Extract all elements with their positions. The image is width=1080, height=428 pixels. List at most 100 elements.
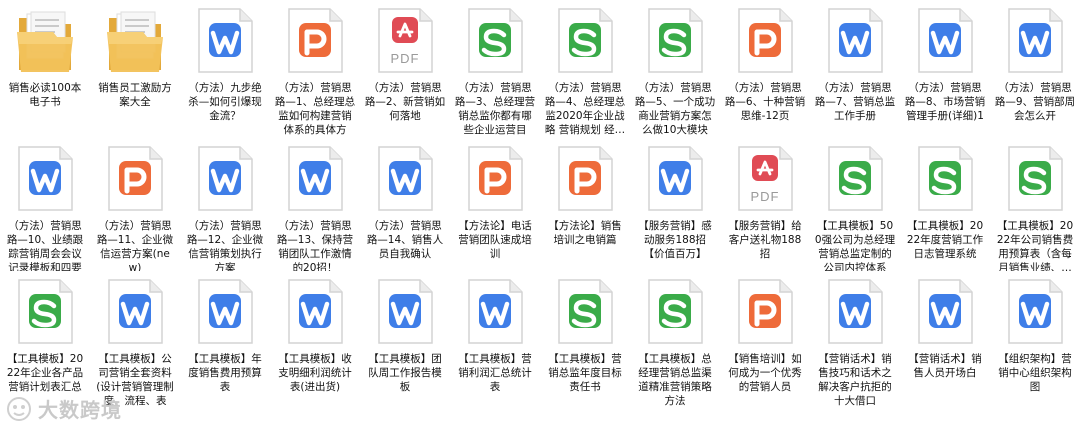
- file-label: （方法）营销思路—12、企业微信营销策划执行方案: [186, 220, 264, 271]
- file-label: （方法）营销思路—11、企业微信运营方案(new): [96, 220, 174, 271]
- file-grid: 销售必读100本电子书 销售员工激励方案大全 （方法）九步绝杀—如何引爆现金流？…: [0, 0, 1080, 428]
- ppt-doc-icon: [99, 144, 171, 214]
- word-doc-icon: [189, 144, 261, 214]
- file-label: （方法）营销思路—1、总经理总监如何构建营销体系的具体方法…: [274, 82, 356, 136]
- sheet-doc-icon: [9, 277, 81, 347]
- watermark: 大数跨境: [6, 394, 122, 423]
- word-doc-icon: [99, 277, 171, 347]
- file-label: 【营销话术】销售人员开场白: [908, 353, 982, 379]
- folder-item[interactable]: 销售必读100本电子书: [0, 0, 90, 138]
- file-item[interactable]: 【工具模板】收支明细利润统计表(进出货): [270, 271, 360, 428]
- ppt-doc-icon: [729, 277, 801, 347]
- file-label: （方法）营销思路—9、营销部周会怎么开: [994, 82, 1076, 122]
- file-label: 【工具模板】团队周工作报告模板: [368, 353, 442, 393]
- word-doc-icon: [369, 277, 441, 347]
- file-item[interactable]: 【工具模板】2022年度营销工作日志管理系统: [900, 138, 990, 271]
- folder-icon: [99, 6, 171, 76]
- file-item[interactable]: （方法）营销思路—8、市场营销管理手册(详细)1: [900, 0, 990, 138]
- word-doc-icon: [909, 277, 981, 347]
- sheet-doc-icon: [999, 144, 1071, 214]
- file-item[interactable]: 【方法论】电话营销团队速成培训: [450, 138, 540, 271]
- file-item[interactable]: 【服务营销】感动服务188招【价值百万】: [630, 138, 720, 271]
- file-label: （方法）九步绝杀—如何引爆现金流？: [188, 82, 262, 122]
- file-label: 【服务营销】感动服务188招【价值百万】: [638, 220, 712, 260]
- file-label: 【工具模板】总经理营销总监渠道精准营销策略方法: [638, 353, 712, 407]
- file-item[interactable]: PDF （方法）营销思路—2、新营销如何落地: [360, 0, 450, 138]
- file-item[interactable]: 【方法论】销售培训之电销篇: [540, 138, 630, 271]
- sheet-doc-icon: [639, 6, 711, 76]
- word-doc-icon: [9, 144, 81, 214]
- file-item[interactable]: 【组织架构】营销中心组织架构图: [990, 271, 1080, 428]
- sheet-doc-icon: [459, 6, 531, 76]
- file-label: 【工具模板】2022年公司销售费用预算表（含每月销售业绩、…: [996, 220, 1074, 271]
- svg-text:PDF: PDF: [751, 189, 780, 204]
- file-item[interactable]: 【工具模板】500强公司为总经理营销总监定制的公司内控体系（…: [810, 138, 900, 271]
- word-doc-icon: [909, 6, 981, 76]
- file-item[interactable]: （方法）营销思路—1、总经理总监如何构建营销体系的具体方法…: [270, 0, 360, 138]
- file-item[interactable]: （方法）营销思路—10、业绩跟踪营销周会会议记录模板和四要: [0, 138, 90, 271]
- file-label: 【销售培训】如何成为一个优秀的营销人员: [728, 353, 802, 393]
- word-doc-icon: [999, 6, 1071, 76]
- file-item[interactable]: 【营销话术】销售人员开场白: [900, 271, 990, 428]
- sheet-doc-icon: [549, 6, 621, 76]
- file-label: （方法）营销思路—2、新营销如何落地: [364, 82, 446, 122]
- file-item[interactable]: （方法）九步绝杀—如何引爆现金流？: [180, 0, 270, 138]
- file-item[interactable]: （方法）营销思路—13、保持营销团队工作激情的20招！: [270, 138, 360, 271]
- file-label: 【工具模板】500强公司为总经理营销总监定制的公司内控体系（…: [814, 220, 896, 271]
- file-label: （方法）营销思路—7、营销总监工作手册: [814, 82, 896, 122]
- file-label: （方法）营销思路—3、总经理营销总监你都有哪些企业运营目标…: [454, 82, 536, 136]
- file-label: 【工具模板】2022年度营销工作日志管理系统: [906, 220, 984, 260]
- file-item[interactable]: 【工具模板】总经理营销总监渠道精准营销策略方法: [630, 271, 720, 428]
- file-label: 【工具模板】营销总监年度目标责任书: [548, 353, 622, 393]
- word-doc-icon: [279, 144, 351, 214]
- file-label: 【工具模板】收支明细利润统计表(进出货): [278, 353, 352, 393]
- file-label: （方法）营销思路—14、销售人员自我确认: [366, 220, 444, 260]
- sheet-doc-icon: [909, 144, 981, 214]
- word-doc-icon: [279, 277, 351, 347]
- file-label: 【方法论】销售培训之电销篇: [548, 220, 622, 246]
- pdf-doc-icon: PDF: [729, 144, 801, 214]
- folder-item[interactable]: 销售员工激励方案大全: [90, 0, 180, 138]
- file-item[interactable]: 【销售培训】如何成为一个优秀的营销人员: [720, 271, 810, 428]
- word-doc-icon: [189, 6, 261, 76]
- file-item[interactable]: PDF 【服务营销】给客户送礼物188招: [720, 138, 810, 271]
- file-item[interactable]: 【工具模板】年度销售费用预算表: [180, 271, 270, 428]
- svg-text:PDF: PDF: [391, 51, 420, 66]
- file-item[interactable]: （方法）营销思路—3、总经理营销总监你都有哪些企业运营目标…: [450, 0, 540, 138]
- file-item[interactable]: 【工具模板】2022年公司销售费用预算表（含每月销售业绩、…: [990, 138, 1080, 271]
- word-doc-icon: [819, 277, 891, 347]
- file-label: 【工具模板】年度销售费用预算表: [188, 353, 262, 393]
- file-item[interactable]: 【工具模板】营销总监年度目标责任书: [540, 271, 630, 428]
- ppt-doc-icon: [459, 144, 531, 214]
- file-label: （方法）营销思路—8、市场营销管理手册(详细)1: [904, 82, 986, 122]
- sheet-doc-icon: [549, 277, 621, 347]
- file-item[interactable]: （方法）营销思路—4、总经理总监2020年企业战略 营销规划 经…: [540, 0, 630, 138]
- word-doc-icon: [369, 144, 441, 214]
- folder-icon: [9, 6, 81, 76]
- ppt-doc-icon: [729, 6, 801, 76]
- file-item[interactable]: （方法）营销思路—9、营销部周会怎么开: [990, 0, 1080, 138]
- file-label: （方法）营销思路—6、十种营销思维-12页: [724, 82, 806, 122]
- file-item[interactable]: 【营销话术】销售技巧和话术之解决客户抗拒的十大借口: [810, 271, 900, 428]
- file-label: 【工具模板】营销利润汇总统计表: [458, 353, 532, 393]
- sheet-doc-icon: [639, 277, 711, 347]
- file-label: （方法）营销思路—4、总经理总监2020年企业战略 营销规划 经…: [544, 82, 626, 136]
- file-item[interactable]: （方法）营销思路—14、销售人员自我确认: [360, 138, 450, 271]
- file-item[interactable]: （方法）营销思路—5、一个成功商业营销方案怎么做10大模块5…: [630, 0, 720, 138]
- file-label: 【工具模板】2022年企业各产品营销计划表汇总: [6, 353, 84, 393]
- ppt-doc-icon: [279, 6, 351, 76]
- file-label: 销售员工激励方案大全: [98, 82, 172, 108]
- file-item[interactable]: （方法）营销思路—6、十种营销思维-12页: [720, 0, 810, 138]
- ppt-doc-icon: [549, 144, 621, 214]
- file-item[interactable]: 【工具模板】营销利润汇总统计表: [450, 271, 540, 428]
- file-item[interactable]: （方法）营销思路—12、企业微信营销策划执行方案: [180, 138, 270, 271]
- watermark-logo-icon: [7, 396, 31, 421]
- file-item[interactable]: （方法）营销思路—7、营销总监工作手册: [810, 0, 900, 138]
- file-label: 销售必读100本电子书: [8, 82, 82, 108]
- file-item[interactable]: （方法）营销思路—11、企业微信运营方案(new): [90, 138, 180, 271]
- word-doc-icon: [639, 144, 711, 214]
- sheet-doc-icon: [819, 144, 891, 214]
- pdf-doc-icon: PDF: [369, 6, 441, 76]
- file-item[interactable]: 【工具模板】团队周工作报告模板: [360, 271, 450, 428]
- word-doc-icon: [189, 277, 261, 347]
